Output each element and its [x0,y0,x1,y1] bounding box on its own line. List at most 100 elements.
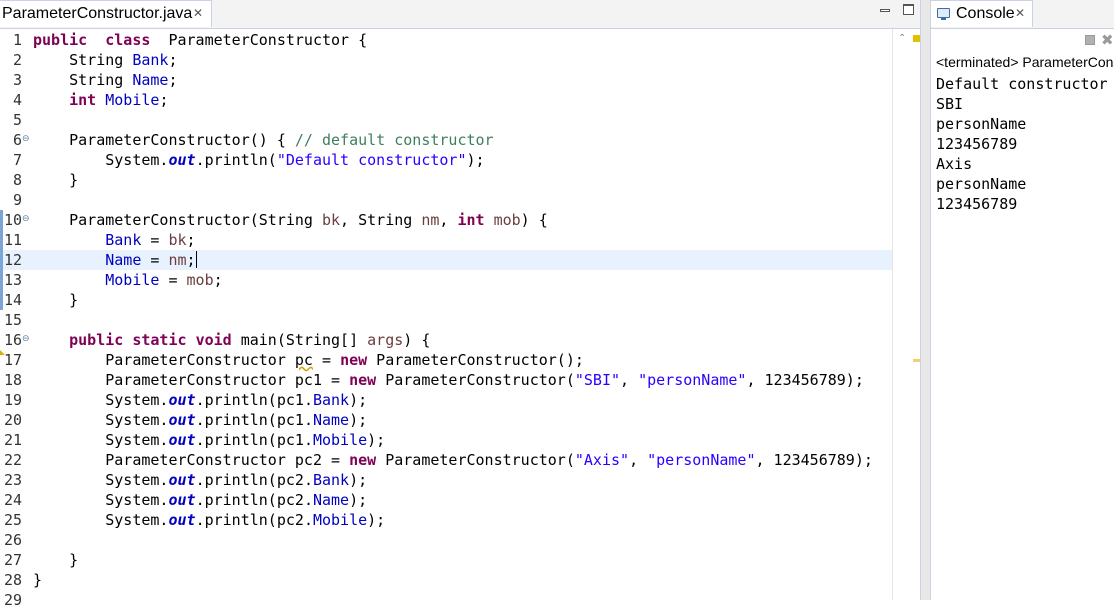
code-text: ParameterConstructor pc1 = new Parameter… [33,370,864,390]
code-line[interactable]: 8 } [0,170,892,190]
line-number: 8 [12,171,22,189]
code-line[interactable]: 17 ParameterConstructor pc = new Paramet… [0,350,892,370]
code-text-area[interactable]: 1 public class ParameterConstructor {2 St… [0,29,892,609]
code-line[interactable]: 24 System.out.println(pc2.Name); [0,490,892,510]
code-line[interactable]: 20 System.out.println(pc1.Name); [0,410,892,430]
code-token: ; [186,231,196,249]
code-token: Mobile [105,271,160,289]
code-line[interactable]: 16 ⊖ public static void main(String[] arg… [0,330,892,350]
code-line[interactable]: 26 [0,530,892,550]
fold-toggle-icon[interactable]: ⊖ [22,135,31,144]
close-icon[interactable]: ✕ [193,6,203,20]
code-token: class [105,31,151,49]
code-text: String Bank; [33,50,177,70]
code-text: ParameterConstructor pc = new ParameterC… [33,350,584,370]
code-line[interactable]: 11 Bank = bk; [0,230,892,250]
line-number: 25 [3,511,22,529]
fold-toggle-icon[interactable]: ⊖ [22,215,31,224]
warning-icon[interactable] [0,350,5,355]
code-token: public [33,31,88,49]
close-icon[interactable]: ✕ [1015,6,1025,20]
code-line[interactable]: 3 String Name; [0,70,892,90]
code-token: public [69,331,124,349]
code-token: = [141,231,169,249]
fold-toggle-icon[interactable]: ⊖ [22,335,31,344]
code-token: new [349,451,377,469]
code-token: ); [466,151,485,169]
code-token: bk [168,231,187,249]
line-number: 15 [3,311,22,329]
code-token: Name [312,491,350,509]
code-line[interactable]: 19 System.out.println(pc1.Bank); [0,390,892,410]
tab-parameterconstructor-java[interactable]: ParameterConstructor.java ✕ [0,0,212,27]
code-token: ); [367,431,386,449]
line-number: 4 [12,91,22,109]
code-line[interactable]: 5 [0,110,892,130]
terminate-icon[interactable] [1085,35,1095,45]
line-number: 7 [12,151,22,169]
warning-summary-icon[interactable] [913,35,920,42]
overview-ruler[interactable]: ⌃ [892,29,921,600]
code-line[interactable]: 10 ⊖ ParameterConstructor(String bk, Stri… [0,210,892,230]
code-line[interactable]: 22 ParameterConstructor pc2 = new Parame… [0,450,892,470]
code-token: out [168,431,196,449]
pane-divider[interactable] [920,0,931,600]
remove-launch-icon[interactable]: ✖ [1101,31,1114,49]
code-token: . [303,411,313,429]
code-line[interactable]: 29 [0,590,892,610]
code-token: ParameterConstructor { [150,31,368,49]
code-token: Bank [105,231,142,249]
code-text: int Mobile; [33,90,168,110]
console-pane[interactable]: Console ✕ ✖ <terminated> ParameterConstr… [931,0,1114,600]
code-token: ParameterConstructor [33,351,295,369]
warning-marker[interactable] [913,359,920,362]
code-line[interactable]: 12 Name = nm; [0,250,892,270]
code-token: ); [349,411,368,429]
chevron-up-icon[interactable]: ⌃ [898,33,906,44]
code-token: out [168,391,196,409]
minimize-icon[interactable] [878,3,892,17]
line-number: 20 [3,411,22,429]
code-token: int [69,91,97,109]
code-token: int [457,211,485,229]
code-token: nm [421,211,440,229]
code-line[interactable]: 2 String Bank; [0,50,892,70]
code-text: System.out.println(pc1.Bank); [33,390,367,410]
line-number: 10 [3,211,22,229]
tab-console[interactable]: Console ✕ [931,0,1033,27]
code-line[interactable]: 14 } [0,290,892,310]
code-text: } [33,170,78,190]
maximize-icon[interactable] [902,3,916,17]
code-text: } [33,290,78,310]
code-line[interactable]: 1 public class ParameterConstructor { [0,30,892,50]
code-line[interactable]: 9 [0,190,892,210]
code-token: .println( [195,151,277,169]
code-line[interactable]: 25 System.out.println(pc2.Mobile); [0,510,892,530]
code-line[interactable]: 7 System.out.println("Default constructo… [0,150,892,170]
code-line[interactable]: 27 } [0,550,892,570]
code-line[interactable]: 13 Mobile = mob; [0,270,892,290]
code-text: Name = nm; [33,250,197,270]
code-token: out [168,411,196,429]
code-line[interactable]: 4 int Mobile; [0,90,892,110]
line-number: 16 [3,331,22,349]
code-line[interactable]: 15 [0,310,892,330]
code-token: = [322,371,350,389]
console-output-line: Default constructor [936,75,1108,93]
console-output[interactable]: Default constructor SBI personName 12345678… [936,74,1108,214]
code-token: .println( [195,411,277,429]
code-token: System. [33,151,169,169]
code-token: = [322,451,350,469]
code-token: } [33,571,43,589]
code-editor-pane[interactable]: ParameterConstructor.java ✕ 1 public clas… [0,0,921,609]
code-line[interactable]: 18 ParameterConstructor pc1 = new Parame… [0,370,892,390]
code-token: bk [321,211,341,229]
code-line[interactable]: 6 ⊖ ParameterConstructor() { // default c… [0,130,892,150]
code-token: .println( [195,471,277,489]
code-text: Bank = bk; [33,230,196,250]
code-line[interactable]: 23 System.out.println(pc2.Bank); [0,470,892,490]
code-line[interactable]: 28} [0,570,892,590]
code-line[interactable]: 21 System.out.println(pc1.Mobile); [0,430,892,450]
code-token: Mobile [312,511,368,529]
